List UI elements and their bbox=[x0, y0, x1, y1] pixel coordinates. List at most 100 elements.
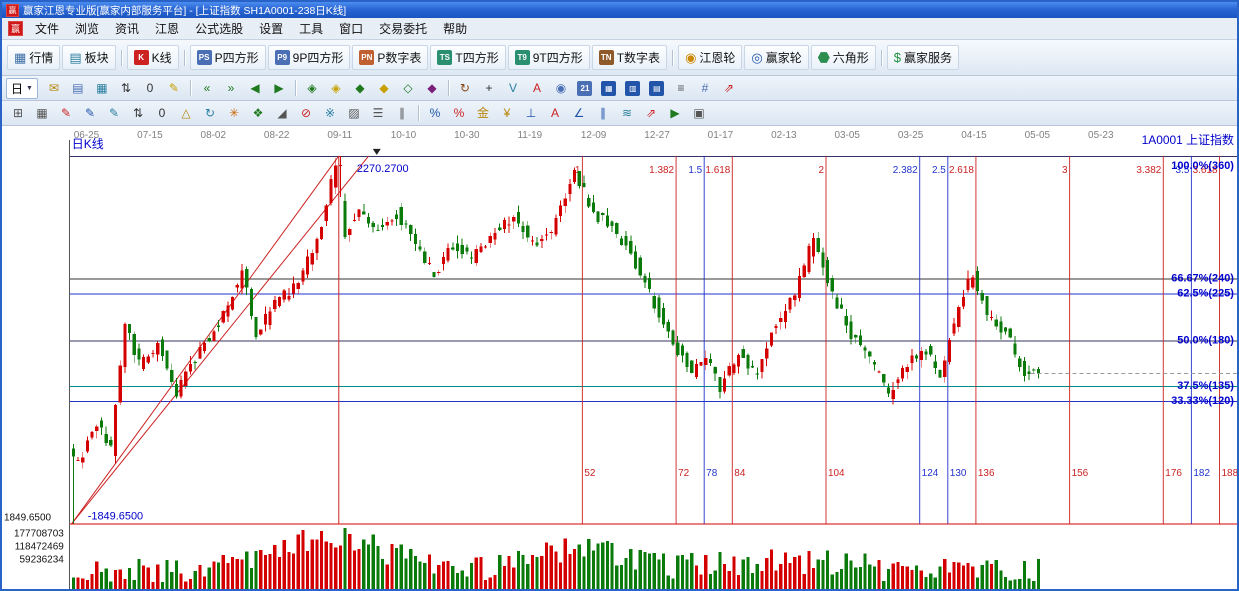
menu-item-7[interactable]: 窗口 bbox=[331, 18, 371, 39]
chart-type-icon[interactable]: ▦ bbox=[90, 77, 114, 99]
p-number-table-button[interactable]: PNP数字表 bbox=[352, 45, 428, 70]
grid-tool-icon[interactable]: ⊞ bbox=[6, 102, 30, 124]
hexagon-button[interactable]: 六角形 bbox=[811, 45, 876, 70]
winner-wheel-button[interactable]: ◎赢家轮 bbox=[744, 45, 808, 70]
gold-ratio-icon[interactable]: 金 bbox=[471, 102, 495, 124]
panel-blue-icon[interactable]: ▦ bbox=[597, 77, 621, 99]
volume-bar bbox=[1023, 561, 1026, 589]
menu-item-5[interactable]: 设置 bbox=[251, 18, 291, 39]
book-icon: ▤ bbox=[649, 81, 664, 96]
date-label: 10-30 bbox=[454, 130, 480, 141]
triangle-tool-icon[interactable]: △ bbox=[174, 102, 198, 124]
candle-body bbox=[878, 372, 881, 373]
zoom-reset-icon[interactable]: 0 bbox=[138, 77, 162, 99]
candle-body bbox=[409, 225, 412, 234]
amplitude-tool-icon[interactable]: A bbox=[525, 77, 549, 99]
parallel-tool-icon[interactable]: ∥ bbox=[591, 102, 615, 124]
menu-item-8[interactable]: 交易委托 bbox=[371, 18, 435, 39]
t-square-button[interactable]: TST四方形 bbox=[430, 45, 505, 70]
exit-tool-icon[interactable]: ▣ bbox=[687, 102, 711, 124]
p-square-button[interactable]: PSP四方形 bbox=[190, 45, 266, 70]
pen-blue-icon[interactable]: ✎ bbox=[78, 102, 102, 124]
candle-body bbox=[76, 460, 79, 461]
hexagon-icon bbox=[818, 52, 830, 64]
period-selector[interactable]: 日▼ bbox=[6, 78, 38, 99]
price-square-icon[interactable]: ◆ bbox=[348, 77, 372, 99]
menu-item-4[interactable]: 公式选股 bbox=[187, 18, 251, 39]
tools-toolbar: 日▼✉▤▦⇅0✎«»◀▶◈◈◆◆◇◆↻+VA◉21▦▥▤≡#⇗ bbox=[2, 76, 1237, 101]
diamond-grid-icon[interactable]: ❖ bbox=[246, 102, 270, 124]
hexagon-tool-icon[interactable]: ◇ bbox=[396, 77, 420, 99]
candle-body bbox=[1023, 361, 1026, 376]
winner-service-button[interactable]: $赢家服务 bbox=[887, 45, 959, 70]
menu-item-6[interactable]: 工具 bbox=[291, 18, 331, 39]
angle-tool-icon[interactable]: ∠ bbox=[567, 102, 591, 124]
prev-bar-icon[interactable]: ◀ bbox=[243, 77, 267, 99]
volume-bar bbox=[564, 539, 567, 590]
forbid-tool-icon[interactable]: ⊘ bbox=[294, 102, 318, 124]
wedge-tool-icon: ◢ bbox=[277, 107, 286, 119]
t-number-table-button[interactable]: TNT数字表 bbox=[592, 45, 667, 70]
calendar-21-icon[interactable]: 21 bbox=[573, 77, 597, 99]
pen-teal-icon[interactable]: ✎ bbox=[102, 102, 126, 124]
star-tool-icon[interactable]: ✳ bbox=[222, 102, 246, 124]
trend-up-icon[interactable]: ⇗ bbox=[717, 77, 741, 99]
shade-tool-icon[interactable]: ▨ bbox=[342, 102, 366, 124]
menu-item-1[interactable]: 浏览 bbox=[67, 18, 107, 39]
play-tool-icon[interactable]: ▶ bbox=[663, 102, 687, 124]
volume-bar bbox=[906, 566, 909, 589]
volume-bar bbox=[432, 573, 435, 589]
chart-area[interactable]: 1521.382721.5781.6188421042.3821242.5130… bbox=[2, 126, 1237, 589]
gann-square9-icon[interactable]: ◈ bbox=[324, 77, 348, 99]
letter-a-icon[interactable]: A bbox=[543, 102, 567, 124]
reset-zero-icon[interactable]: 0 bbox=[150, 102, 174, 124]
draw-pen-icon[interactable]: ✎ bbox=[162, 77, 186, 99]
quotes-button[interactable]: ▦行情 bbox=[7, 45, 60, 70]
spiral-tool-icon[interactable]: ↻ bbox=[198, 102, 222, 124]
nine-t-square-button[interactable]: T99T四方形 bbox=[508, 45, 590, 70]
calc-icon[interactable]: # bbox=[693, 77, 717, 99]
cycle-tool-icon[interactable]: ◉ bbox=[549, 77, 573, 99]
book-icon[interactable]: ▤ bbox=[645, 77, 669, 99]
gann-square-icon[interactable]: ◈ bbox=[300, 77, 324, 99]
mail-icon[interactable]: ✉ bbox=[42, 77, 66, 99]
last-bar-icon[interactable]: » bbox=[219, 77, 243, 99]
pen-red-icon[interactable]: ✎ bbox=[54, 102, 78, 124]
volume-tool-icon[interactable]: V bbox=[501, 77, 525, 99]
date-label: 05-23 bbox=[1088, 130, 1114, 141]
titlebar[interactable]: 赢 赢家江恩专业版[赢家内部服务平台] - [上证指数 SH1A0001-238… bbox=[2, 2, 1237, 18]
kline-chart[interactable]: 1521.382721.5781.6188421042.3821242.5130… bbox=[2, 126, 1237, 589]
candle-body bbox=[990, 317, 993, 318]
perpendicular-icon[interactable]: ⊥ bbox=[519, 102, 543, 124]
wedge-tool-icon[interactable]: ◢ bbox=[270, 102, 294, 124]
merge-grid-icon[interactable]: ▦ bbox=[30, 102, 54, 124]
candle-body bbox=[203, 343, 206, 351]
percent-blue-icon[interactable]: % bbox=[423, 102, 447, 124]
time-square-icon[interactable]: ◆ bbox=[372, 77, 396, 99]
crosshair-icon[interactable]: + bbox=[477, 77, 501, 99]
menu-item-3[interactable]: 江恩 bbox=[147, 18, 187, 39]
sectors-button[interactable]: ▤板块 bbox=[62, 45, 115, 70]
updown-tool-icon[interactable]: ⇅ bbox=[126, 102, 150, 124]
menu-item-2[interactable]: 资讯 bbox=[107, 18, 147, 39]
arrow-ne-icon[interactable]: ⇗ bbox=[639, 102, 663, 124]
next-bar-icon[interactable]: ▶ bbox=[267, 77, 291, 99]
nine-p-square-button[interactable]: P99P四方形 bbox=[268, 45, 351, 70]
web-tool-icon[interactable]: ※ bbox=[318, 102, 342, 124]
wheel-tool-icon[interactable]: ◆ bbox=[420, 77, 444, 99]
list-icon[interactable]: ≡ bbox=[669, 77, 693, 99]
vlines-tool-icon[interactable]: ∥ bbox=[390, 102, 414, 124]
price-label-icon[interactable]: ¥ bbox=[495, 102, 519, 124]
first-bar-icon[interactable]: « bbox=[195, 77, 219, 99]
kline-button[interactable]: KK线 bbox=[127, 45, 179, 70]
percent-red-icon[interactable]: % bbox=[447, 102, 471, 124]
menu-item-0[interactable]: 文件 bbox=[27, 18, 67, 39]
report-blue-icon[interactable]: ▥ bbox=[621, 77, 645, 99]
scale-updown-icon[interactable]: ⇅ bbox=[114, 77, 138, 99]
menu-item-9[interactable]: 帮助 bbox=[435, 18, 475, 39]
hlines-tool-icon[interactable]: ☰ bbox=[366, 102, 390, 124]
gann-wheel-button[interactable]: ◉江恩轮 bbox=[678, 45, 742, 70]
rotate-icon[interactable]: ↻ bbox=[453, 77, 477, 99]
wave-tool-icon[interactable]: ≋ bbox=[615, 102, 639, 124]
report-icon[interactable]: ▤ bbox=[66, 77, 90, 99]
